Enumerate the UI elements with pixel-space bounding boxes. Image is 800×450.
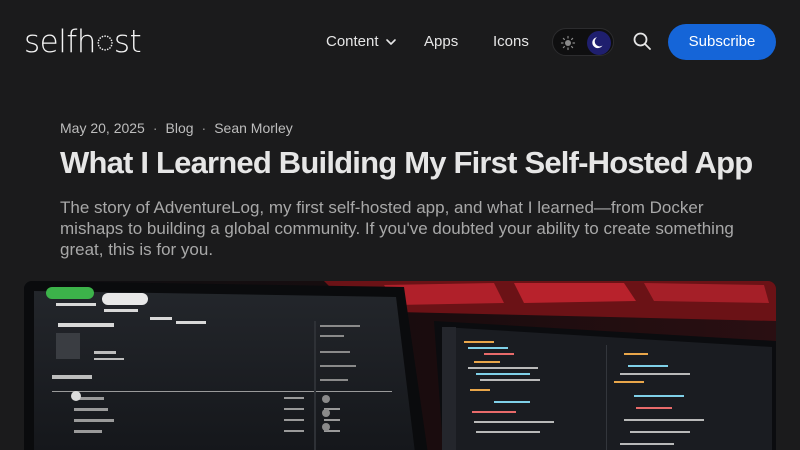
nav-item-icons[interactable]: Icons <box>493 31 529 53</box>
theme-toggle[interactable] <box>552 28 614 56</box>
chevron-down-icon <box>385 39 396 45</box>
nav-item-apps[interactable]: Apps <box>424 31 458 53</box>
article-tag[interactable]: Blog <box>166 119 194 137</box>
article-title: What I Learned Building My First Self-Ho… <box>60 145 753 180</box>
site-logo[interactable]: selfh◌st <box>24 22 142 62</box>
site-header: selfh◌st Content Apps Icons Subscribe <box>0 0 800 84</box>
feature-image <box>24 281 776 450</box>
dark-mode-knob <box>587 31 611 55</box>
subscribe-button[interactable]: Subscribe <box>668 24 776 60</box>
feature-image-monitors <box>24 281 776 450</box>
moon-icon <box>592 37 603 49</box>
article-date: May 20, 2025 <box>60 120 145 136</box>
meta-separator: · <box>201 120 207 136</box>
search-icon[interactable] <box>632 31 652 51</box>
article-excerpt: The story of AdventureLog, my first self… <box>60 198 734 259</box>
sun-icon <box>560 35 576 51</box>
article-author[interactable]: Sean Morley <box>214 119 293 137</box>
meta-separator: · <box>152 120 158 136</box>
nav-item-content-label: Content <box>326 33 379 50</box>
nav-item-content[interactable]: Content <box>326 31 397 53</box>
article-meta: May 20, 2025 · Blog · Sean Morley <box>60 119 293 137</box>
